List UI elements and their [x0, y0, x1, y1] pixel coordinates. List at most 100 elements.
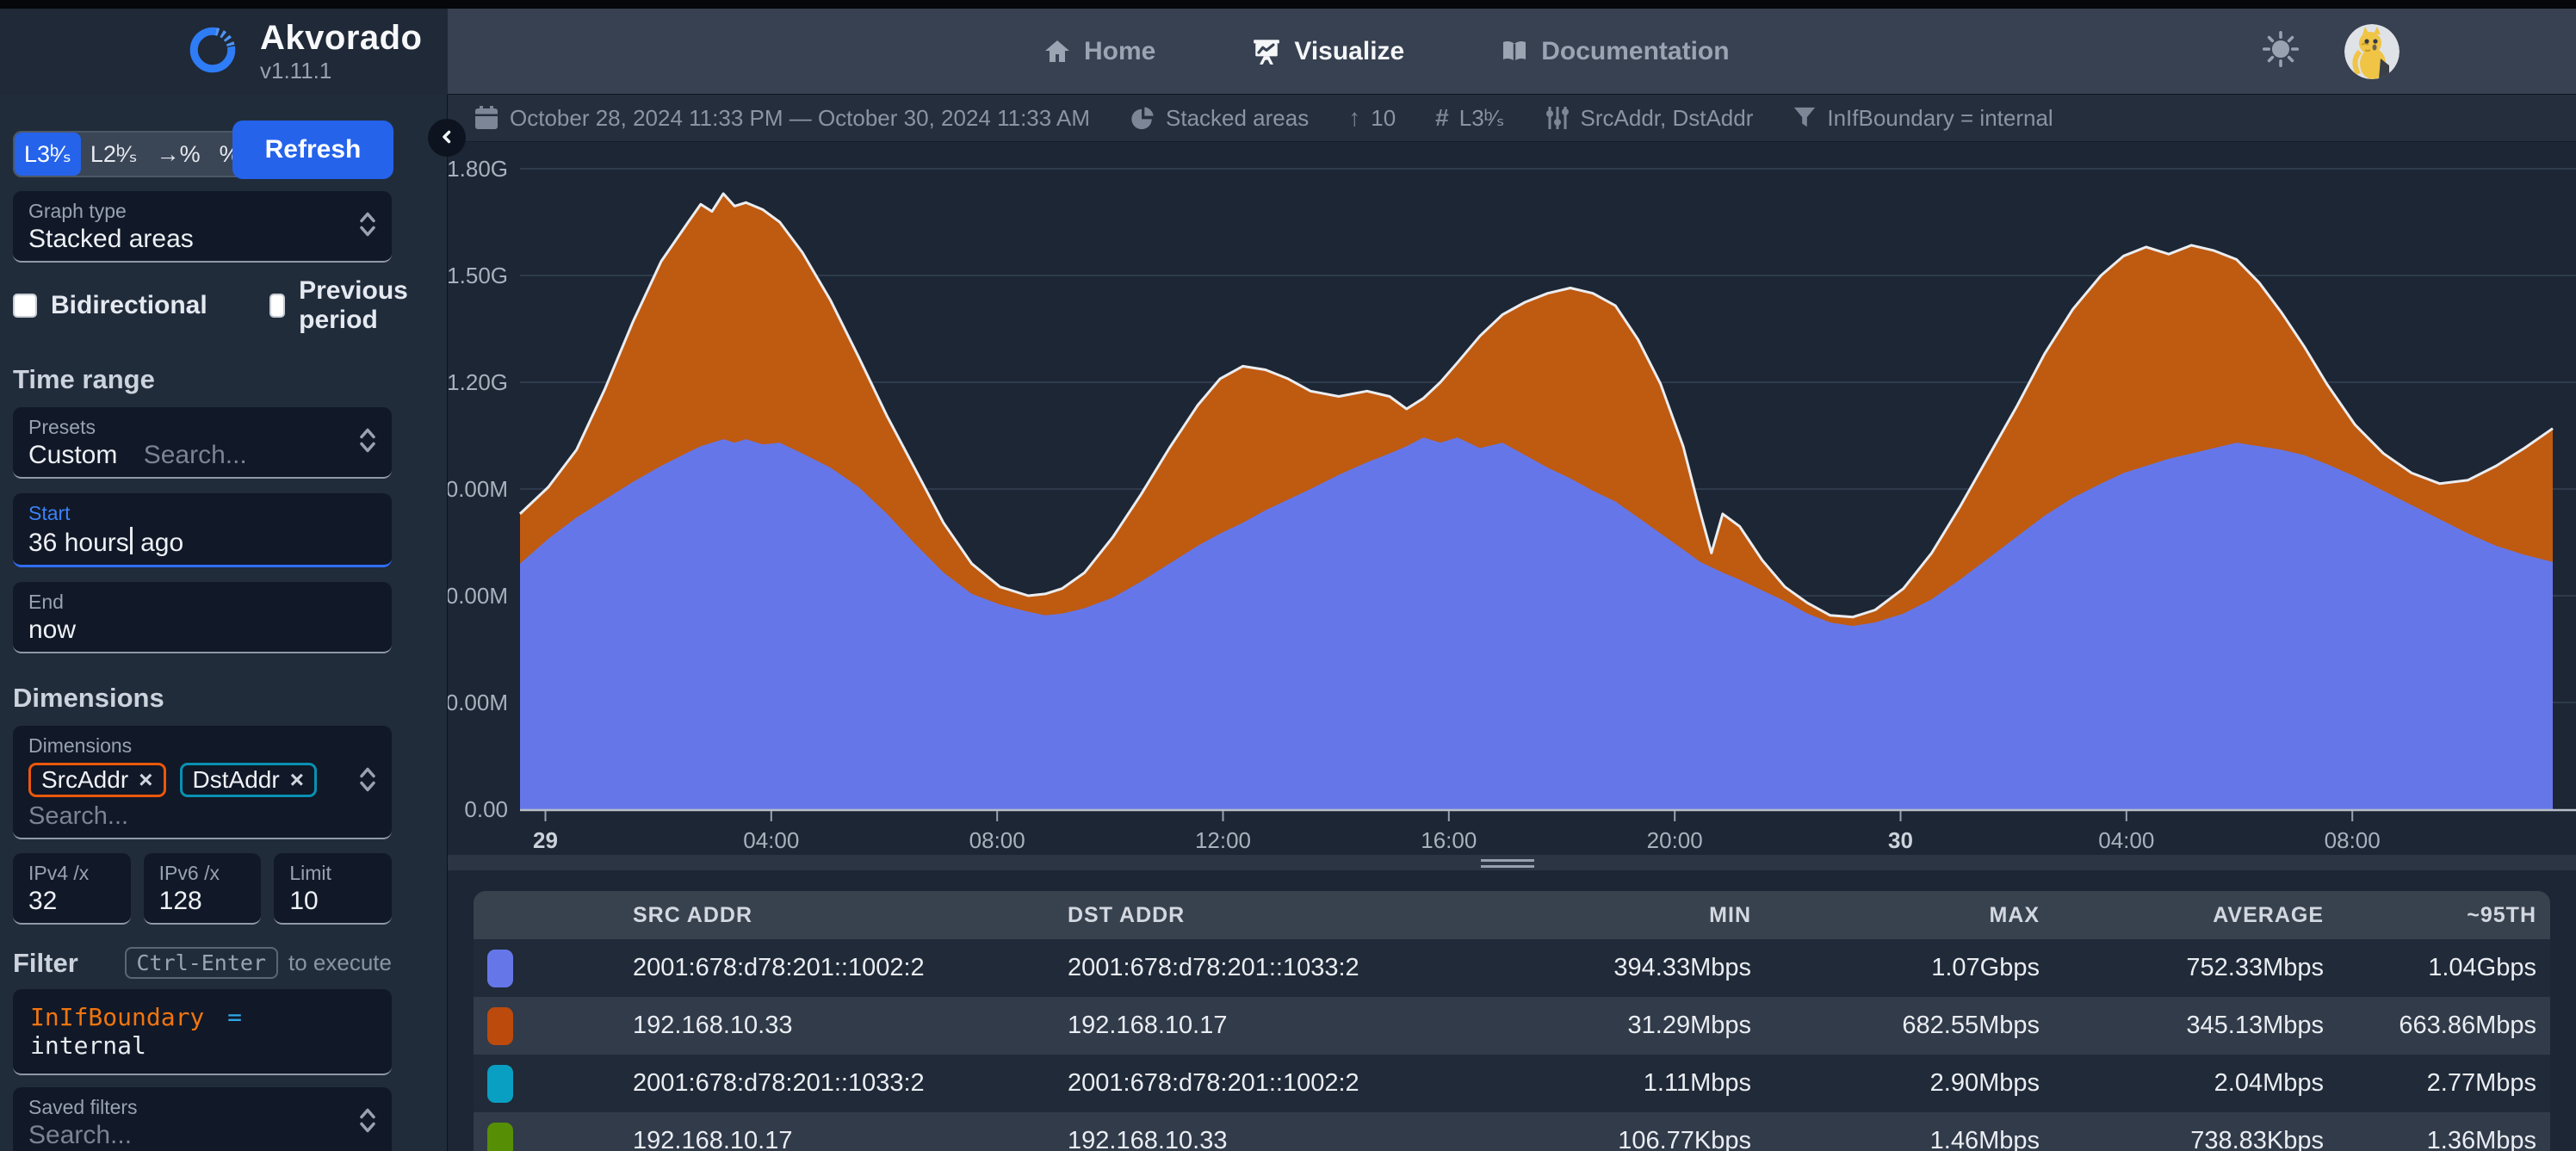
- presets-value: Custom: [28, 441, 117, 469]
- filter-expression-editor[interactable]: InIfBoundary = internal: [13, 989, 392, 1075]
- stacked-areas-icon: [1130, 105, 1155, 131]
- svg-text:08:00: 08:00: [2325, 827, 2381, 853]
- limit-chip: ↑ 10: [1348, 104, 1396, 132]
- start-time-field[interactable]: Start 36 hours ago: [13, 493, 392, 567]
- svg-text:1.80G: 1.80G: [448, 156, 508, 182]
- book-icon: [1501, 38, 1528, 65]
- table-header-swatch-spacer: [474, 891, 633, 939]
- app-title: Akvorado: [260, 20, 423, 56]
- nav-item-visualize[interactable]: Visualize: [1252, 37, 1404, 66]
- previous-period-label: Previous period: [299, 276, 416, 335]
- graph-type-label: Graph type: [28, 200, 376, 223]
- svg-text:1.20G: 1.20G: [448, 369, 508, 395]
- unit-option-l2bps[interactable]: L2ᵇ⁄ₛ: [81, 133, 147, 176]
- svg-text:1.50G: 1.50G: [448, 263, 508, 288]
- remove-tag-icon[interactable]: ×: [139, 766, 152, 794]
- filter-heading: Filter: [13, 948, 78, 979]
- theme-toggle-sun-icon[interactable]: [2262, 30, 2300, 72]
- svg-text:04:00: 04:00: [743, 827, 799, 853]
- top-flows-table: SRC ADDR DST ADDR MIN MAX AVERAGE ~95TH …: [474, 891, 2550, 1151]
- home-icon: [1043, 38, 1071, 65]
- remove-tag-icon[interactable]: ×: [290, 766, 304, 794]
- graph-type-select[interactable]: Graph type Stacked areas: [13, 191, 392, 263]
- refresh-button[interactable]: Refresh: [232, 121, 393, 179]
- saved-filters-label: Saved filters: [28, 1096, 376, 1119]
- previous-period-option: Previous period: [269, 276, 417, 335]
- end-time-field[interactable]: End now: [13, 582, 392, 653]
- kbd-suffix: to execute: [288, 950, 392, 976]
- saved-filters-select[interactable]: Saved filters Search...: [13, 1087, 392, 1151]
- table-header-row: SRC ADDR DST ADDR MIN MAX AVERAGE ~95TH: [474, 891, 2550, 939]
- end-time-label: End: [28, 591, 376, 614]
- presets-label: Presets: [28, 416, 376, 439]
- calendar-icon: [474, 105, 499, 131]
- main-content: October 28, 2024 11:33 PM — October 30, …: [448, 95, 2576, 1151]
- presets-search-placeholder: Search...: [144, 441, 247, 469]
- datazoom-slider[interactable]: [448, 855, 2576, 870]
- table-row: 192.168.10.33 192.168.10.17 31.29Mbps 68…: [474, 997, 2550, 1055]
- table-row: 192.168.10.17 192.168.10.33 106.77Kbps 1…: [474, 1112, 2550, 1151]
- dimensions-select[interactable]: Dimensions SrcAddr × DstAddr × Search...: [13, 726, 392, 839]
- svg-text:30: 30: [1888, 827, 1913, 853]
- col-header-dst-addr: DST ADDR: [1068, 891, 1412, 939]
- sidebar-body: Graph type Stacked areas Bidirectional P…: [13, 191, 392, 1151]
- ipv6-prefix-field[interactable]: IPv6 /x 128: [144, 853, 262, 925]
- dimension-tag-srcaddr[interactable]: SrcAddr ×: [28, 763, 166, 797]
- traffic-chart[interactable]: 0.00300.00M600.00M900.00M1.20G1.50G1.80G…: [448, 142, 2576, 891]
- svg-text:08:00: 08:00: [969, 827, 1025, 853]
- ctrl-enter-kbd: Ctrl-Enter: [125, 947, 279, 979]
- saved-filters-placeholder: Search...: [28, 1121, 376, 1150]
- graph-type-chip: Stacked areas: [1130, 105, 1309, 132]
- svg-text:04:00: 04:00: [2098, 827, 2154, 853]
- graph-options-row: Bidirectional Previous period: [13, 276, 392, 335]
- bidirectional-option: Bidirectional: [13, 291, 207, 320]
- ipv4-prefix-field[interactable]: IPv4 /x 32: [13, 853, 131, 925]
- user-avatar[interactable]: [2344, 24, 2400, 79]
- dimensions-sliders-icon: [1545, 105, 1570, 131]
- traffic-chart-svg: 0.00300.00M600.00M900.00M1.20G1.50G1.80G…: [448, 142, 2576, 891]
- limit-field[interactable]: Limit 10: [274, 853, 392, 925]
- window-top-strip: [0, 0, 2576, 9]
- arrow-up-icon: ↑: [1348, 104, 1360, 132]
- end-time-value: now: [28, 616, 376, 645]
- svg-text:900.00M: 900.00M: [448, 476, 508, 502]
- previous-period-checkbox[interactable]: [269, 294, 285, 318]
- chevron-left-icon: [437, 127, 456, 149]
- header-tools: [2262, 24, 2576, 79]
- main-nav: Home Visualize: [1043, 37, 1730, 66]
- chevron-updown-icon: [357, 766, 378, 798]
- presets-select[interactable]: Presets Custom Search...: [13, 407, 392, 479]
- options-sidebar: L3ᵇ⁄ₛ L2ᵇ⁄ₛ →% %→ ᵖ⁄ₛ Refresh Graph type…: [0, 95, 448, 1151]
- hash-icon: #: [1435, 104, 1449, 132]
- svg-text:16:00: 16:00: [1421, 827, 1477, 853]
- series-color-swatch: [487, 1123, 513, 1151]
- bidirectional-checkbox[interactable]: [13, 294, 37, 318]
- dimension-tag-dstaddr[interactable]: DstAddr ×: [180, 763, 318, 797]
- svg-text:600.00M: 600.00M: [448, 583, 508, 609]
- unit-option-in-percent[interactable]: →%: [147, 133, 210, 176]
- table-row: 2001:678:d78:201::1002:2 2001:678:d78:20…: [474, 939, 2550, 997]
- bidirectional-label: Bidirectional: [51, 291, 207, 320]
- text-cursor: [130, 527, 133, 554]
- col-header-max: MAX: [1765, 891, 2053, 939]
- unit-option-l3bps[interactable]: L3ᵇ⁄ₛ: [15, 133, 81, 176]
- brand-area: Akvorado v1.11.1: [0, 9, 448, 95]
- dimensions-search-placeholder: Search...: [28, 802, 376, 831]
- table-row: 2001:678:d78:201::1033:2 2001:678:d78:20…: [474, 1055, 2550, 1112]
- akvorado-logo-icon: [188, 25, 238, 79]
- sidebar-collapse-button[interactable]: [428, 119, 466, 157]
- svg-text:29: 29: [533, 827, 558, 853]
- chevron-updown-icon: [357, 1106, 378, 1138]
- funnel-icon: [1793, 106, 1817, 130]
- nav-item-home[interactable]: Home: [1043, 37, 1155, 66]
- dimensions-heading: Dimensions: [13, 683, 392, 714]
- prefix-limit-row: IPv4 /x 32 IPv6 /x 128 Limit 10: [13, 853, 392, 925]
- nav-item-documentation[interactable]: Documentation: [1501, 37, 1729, 66]
- visualize-chart-icon: [1252, 37, 1281, 66]
- graph-type-value: Stacked areas: [28, 225, 376, 254]
- series-color-swatch: [487, 1007, 513, 1045]
- units-chip: # L3ᵇ⁄ₛ: [1435, 104, 1504, 132]
- svg-text:12:00: 12:00: [1195, 827, 1251, 853]
- start-time-value: 36 hours ago: [28, 527, 376, 558]
- series-color-swatch: [487, 950, 513, 987]
